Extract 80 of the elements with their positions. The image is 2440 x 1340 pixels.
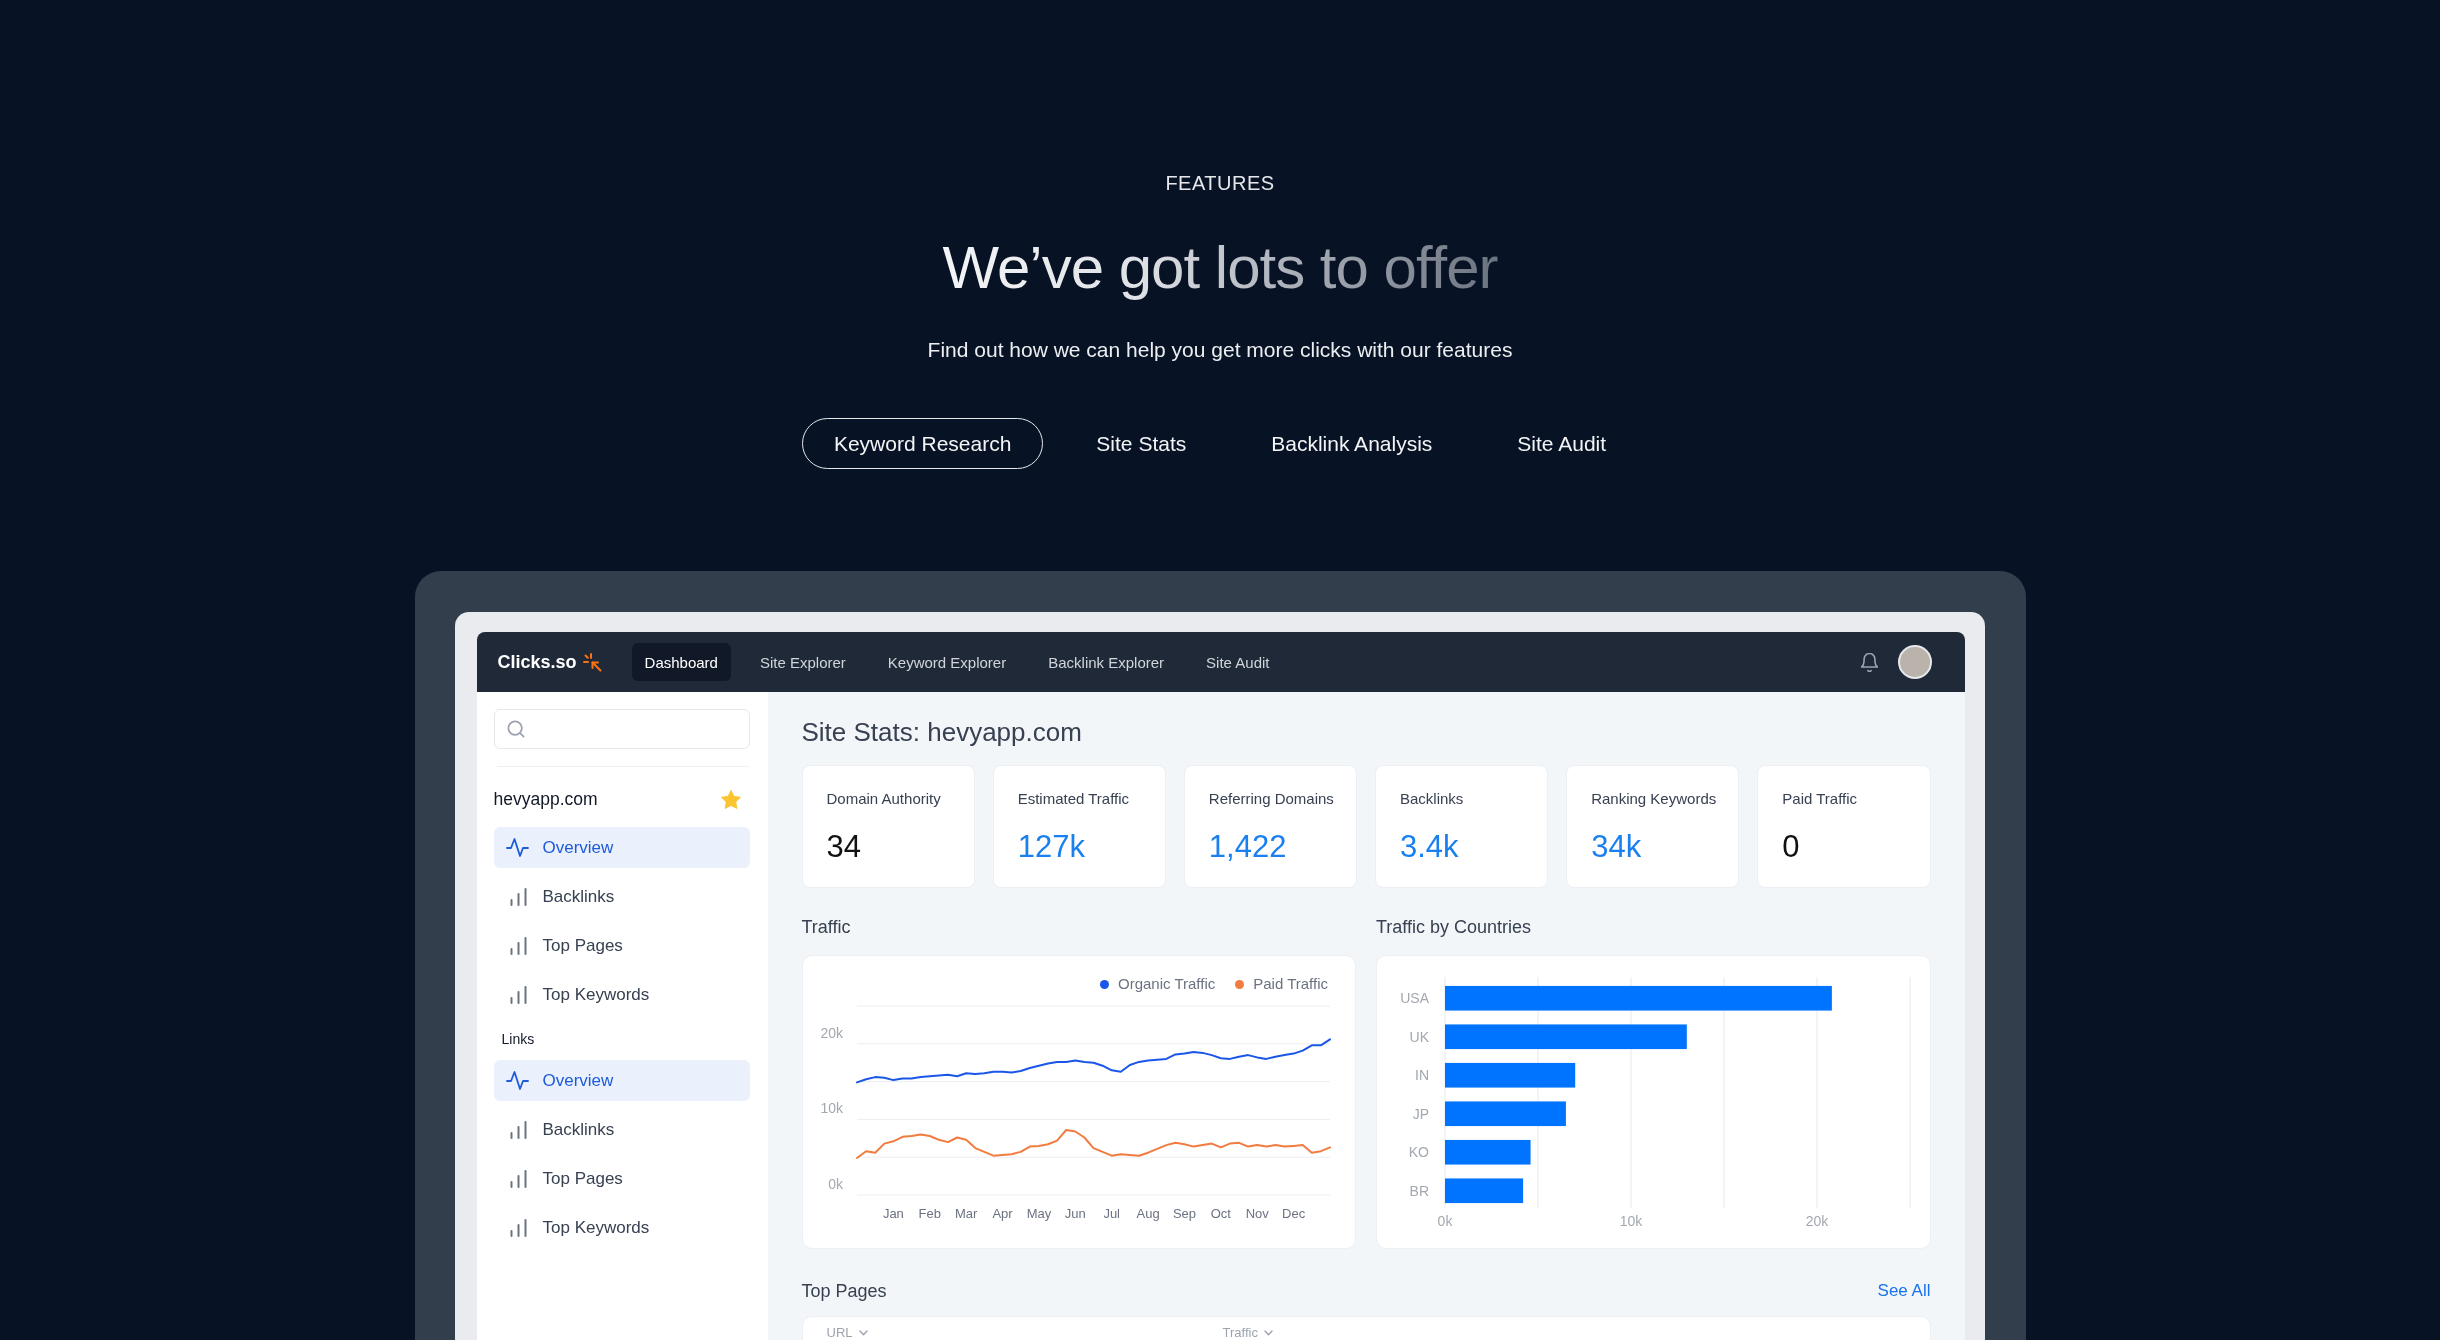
category-label: KO (1408, 1144, 1429, 1161)
section-title: Traffic (801, 916, 852, 938)
sidebar-item[interactable]: Top Keywords (493, 1207, 750, 1248)
stat-label: Domain Authority (826, 790, 942, 808)
site-name: hevyapp.com (493, 788, 598, 810)
stat-value: 0 (1782, 829, 1801, 865)
x-axis-label: Sep (1172, 1206, 1196, 1221)
x-axis-label: Oct (1210, 1206, 1231, 1221)
notification-bell-icon[interactable] (1860, 652, 1878, 672)
section-title: Top Pages (801, 1280, 887, 1302)
bar-chart-icon (509, 1218, 527, 1237)
hero-subheading: Find out how we can help you get more clicks with our features (927, 337, 1513, 363)
page-title: Site Stats: hevyapp.com (801, 717, 1083, 747)
caret-icon (1263, 1330, 1273, 1336)
brand-name: Clicks.so (497, 651, 577, 673)
section-eyebrow: FEATURES (1165, 171, 1275, 195)
feature-tab[interactable]: Site Audit (1485, 418, 1639, 469)
x-axis-label: Aug (1136, 1206, 1160, 1221)
pulse-icon (505, 1070, 529, 1091)
search-field[interactable] (493, 709, 750, 749)
sidebar-item[interactable]: Top Keywords (493, 974, 750, 1015)
y-axis-label: 0k (827, 1176, 843, 1192)
stat-label: Referring Domains (1208, 790, 1335, 808)
search-icon (506, 720, 525, 738)
bar-chart-icon (509, 1120, 527, 1139)
x-axis-label: Feb (918, 1206, 941, 1221)
stat-value: 3.4k (1400, 829, 1460, 865)
x-axis-label: Jan (882, 1206, 904, 1221)
user-avatar[interactable] (1897, 645, 1932, 679)
stat-value: 1,422 (1208, 829, 1288, 865)
stat-value: 34k (1591, 829, 1643, 865)
category-label: UK (1409, 1028, 1429, 1045)
nav-tab[interactable]: Dashboard (631, 643, 731, 681)
group-label: Links (501, 1031, 536, 1047)
bar-chart-icon (509, 1169, 527, 1188)
x-axis-label: 0k (1437, 1213, 1453, 1229)
sidebar-item[interactable]: Overview (493, 827, 750, 868)
sidebar-item[interactable]: Top Pages (493, 925, 750, 966)
bar-chart-icon (509, 985, 527, 1004)
cursor-click-icon (582, 652, 602, 672)
x-axis-label: Jun (1064, 1206, 1086, 1221)
x-axis-label: Jul (1102, 1206, 1120, 1221)
category-label: USA (1400, 990, 1429, 1007)
category-label: BR (1409, 1182, 1429, 1199)
stat-label: Paid Traffic (1782, 790, 1859, 808)
bar-chart-icon (509, 887, 527, 906)
x-axis-label: Nov (1245, 1206, 1269, 1221)
nav-tab[interactable]: Backlink Explorer (1035, 643, 1178, 681)
stat-label: Backlinks (1400, 790, 1465, 808)
star-icon[interactable] (720, 789, 741, 809)
x-axis-label: Apr (991, 1206, 1013, 1221)
x-axis-label: Dec (1281, 1206, 1305, 1221)
nav-tab[interactable]: Site Explorer (746, 643, 859, 681)
legend-label: Paid Traffic (1253, 975, 1328, 993)
x-axis-label: 10k (1619, 1213, 1643, 1229)
x-axis-label: Mar (954, 1206, 977, 1221)
sidebar-item[interactable]: Top Pages (493, 1158, 750, 1199)
sidebar-item[interactable]: Backlinks (493, 876, 750, 917)
section-title: Traffic by Countries (1376, 916, 1533, 938)
stat-label: Estimated Traffic (1017, 790, 1131, 808)
feature-tab[interactable]: Backlink Analysis (1239, 418, 1465, 469)
caret-icon (858, 1330, 868, 1336)
legend-label: Organic Traffic (1117, 975, 1216, 993)
nav-tab[interactable]: Keyword Explorer (874, 643, 1020, 681)
sidebar-item[interactable]: Overview (493, 1060, 750, 1101)
feature-tab[interactable]: Site Stats (1064, 418, 1219, 469)
stat-value: 34 (826, 829, 862, 865)
sidebar-item[interactable]: Backlinks (493, 1109, 750, 1150)
y-axis-label: 10k (819, 1100, 843, 1117)
x-axis-label: May (1026, 1206, 1051, 1221)
category-label: JP (1412, 1105, 1429, 1122)
stat-value: 127k (1017, 829, 1086, 865)
y-axis-label: 20k (819, 1024, 843, 1041)
x-axis-label: 20k (1805, 1213, 1829, 1229)
category-label: IN (1415, 1067, 1429, 1084)
pulse-icon (505, 837, 529, 858)
nav-tab[interactable]: Site Audit (1193, 643, 1283, 681)
bar-chart-icon (509, 936, 527, 955)
stat-label: Ranking Keywords (1591, 790, 1718, 808)
see-all-link[interactable]: See All (1877, 1280, 1931, 1302)
